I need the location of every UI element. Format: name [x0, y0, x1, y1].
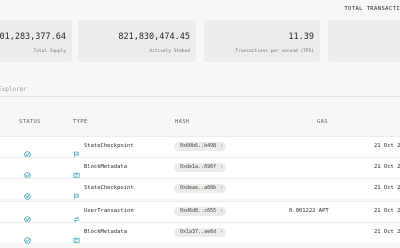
hash-text: 0x60b6..b498 [180, 143, 217, 149]
explorer-search [0, 83, 400, 97]
table-header: STATUS TYPE HASH GAS [0, 117, 400, 127]
chevron-right-icon: › [219, 164, 223, 170]
stat-card-total-supply: ,001,283,377.64 Total Supply [0, 20, 72, 62]
status-success-icon [24, 208, 31, 223]
actively-staked-label: Actively Staked [149, 49, 190, 54]
block-icon [73, 229, 80, 244]
total-supply-value: ,001,283,377.64 [0, 32, 66, 42]
table-row[interactable]: StateCheckpoint 0xdeae..a60b › 21 Oct 2 [0, 178, 400, 200]
stat-card-tps: 11.39 Transactions per second (TPS) [204, 20, 320, 62]
hash-link[interactable]: 0x60b6..b498 › [174, 142, 226, 151]
transaction-date: 21 Oct 2 [374, 185, 400, 191]
status-success-icon [24, 229, 31, 244]
transaction-date: 21 Oct 2 [374, 229, 400, 235]
transaction-type: BlockMetadata [84, 229, 128, 235]
tps-label: Transactions per second (TPS) [235, 49, 314, 54]
hash-text: 0xdeae..a60b [180, 185, 217, 191]
hash-text: 0xd6d8..c655 [180, 208, 217, 214]
gas-amount: 0.001222 APT [289, 208, 329, 214]
chevron-right-icon: › [219, 208, 223, 214]
column-gas: GAS [317, 119, 328, 125]
chevron-right-icon: › [219, 143, 223, 149]
table-row[interactable]: StateCheckpoint 0x60b6..b498 › 21 Oct 2 [0, 136, 400, 158]
flag-icon [73, 185, 80, 200]
chevron-right-icon: › [219, 185, 223, 191]
tps-value: 11.39 [288, 32, 314, 42]
transaction-date: 21 Oct 2 [374, 143, 400, 149]
total-transactions-label: TOTAL TRANSACTI [344, 6, 400, 12]
swap-arrows-icon [73, 208, 80, 223]
status-success-icon [24, 164, 31, 179]
stat-card-total-transactions [328, 20, 400, 62]
stats-cards: ,001,283,377.64 Total Supply 821,830,474… [0, 20, 400, 62]
transaction-date: 21 Oct 2 [374, 164, 400, 170]
total-supply-label: Total Supply [33, 49, 66, 54]
status-success-icon [24, 185, 31, 200]
hash-link[interactable]: 0x1a37..ae6d › [174, 228, 226, 237]
stat-card-actively-staked: 821,830,474.45 Actively Staked [78, 20, 196, 62]
hash-link[interactable]: 0xde1a..696f › [174, 163, 226, 172]
chevron-right-icon: › [219, 229, 223, 235]
transaction-type: BlockMetadata [84, 164, 128, 170]
column-hash: HASH [175, 119, 190, 125]
actively-staked-value: 821,830,474.45 [118, 32, 190, 42]
hash-link[interactable]: 0xd6d8..c655 › [174, 207, 226, 216]
hash-link[interactable]: 0xdeae..a60b › [174, 184, 226, 193]
column-type: TYPE [73, 119, 88, 125]
flag-icon [73, 143, 80, 158]
column-status: STATUS [19, 119, 41, 125]
transaction-type: StateCheckpoint [84, 185, 134, 191]
hash-text: 0x1a37..ae6d [180, 229, 217, 235]
transaction-date: 21 Oct 2 [374, 208, 400, 214]
table-row[interactable]: UserTransaction 0xd6d8..c655 › 0.001222 APT… [0, 201, 400, 223]
block-icon [73, 164, 80, 179]
transaction-type: UserTransaction [84, 208, 134, 214]
transaction-type: StateCheckpoint [84, 143, 134, 149]
table-row[interactable]: BlockMetadata 0xde1a..696f › 21 Oct 2 [0, 157, 400, 179]
search-input[interactable] [0, 83, 378, 95]
status-success-icon [24, 143, 31, 158]
hash-text: 0xde1a..696f [180, 164, 217, 170]
